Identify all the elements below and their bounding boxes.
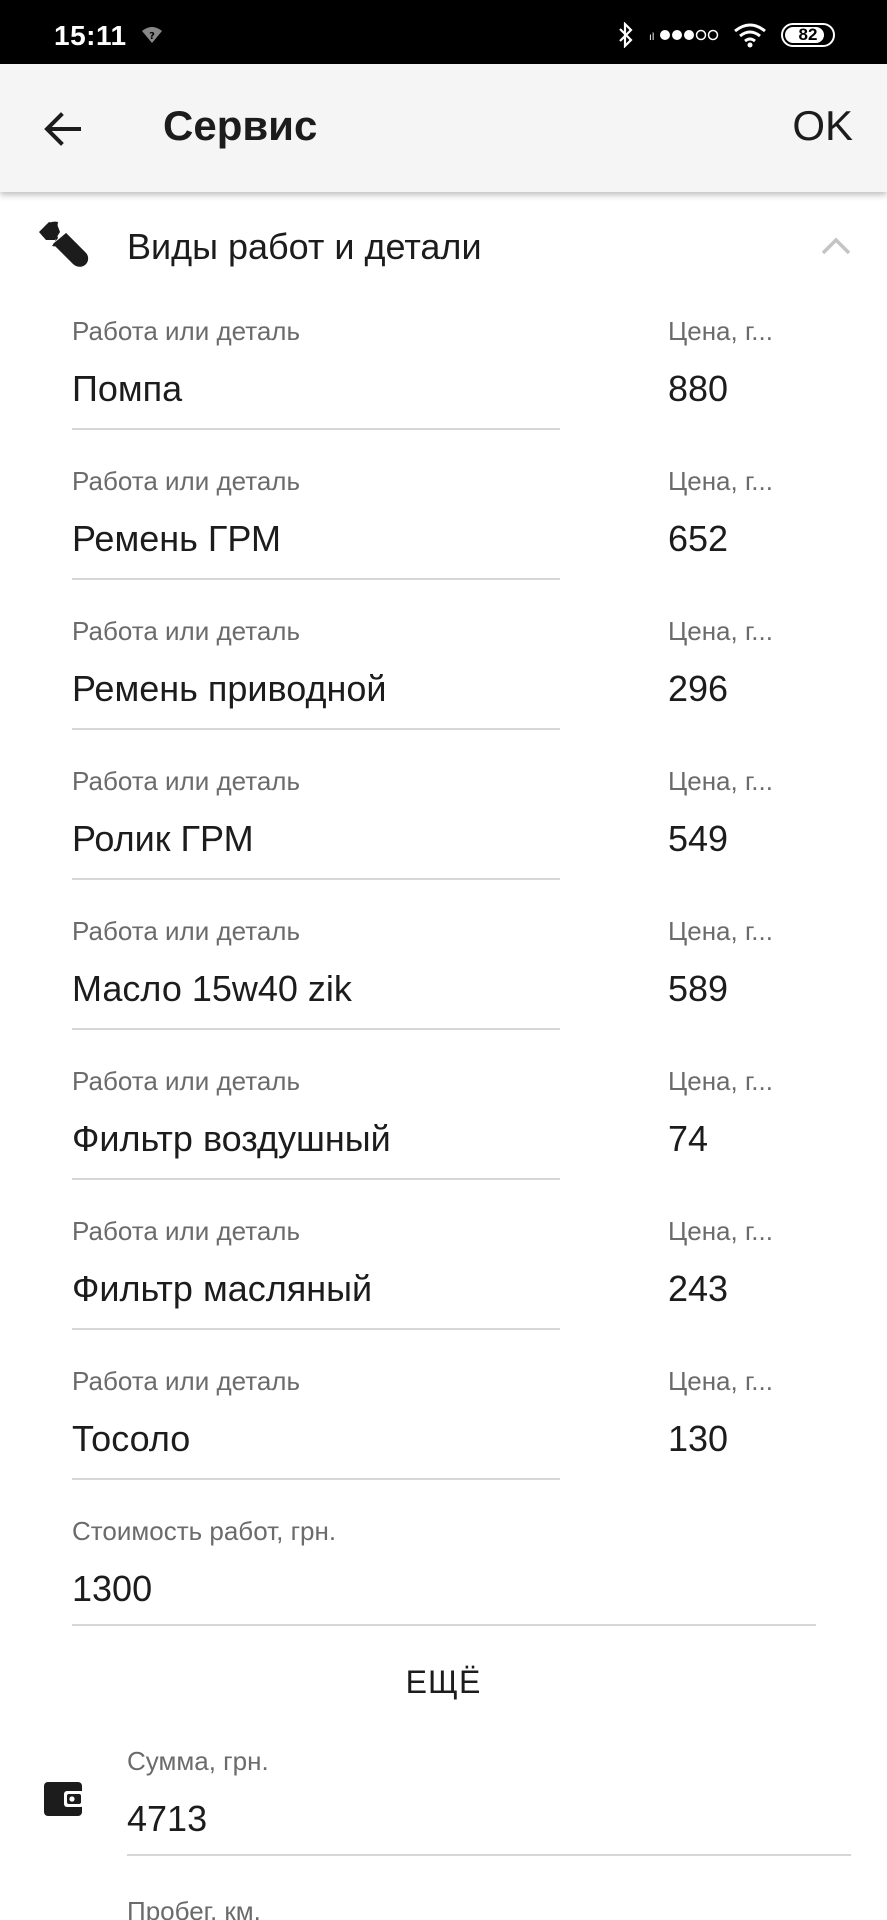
part-name-label: Работа или деталь [72,616,301,646]
part-name-value: Фильтр масляный [72,1268,373,1309]
bluetooth-icon [619,22,633,48]
svg-text:ıl: ıl [649,32,655,43]
part-price-label: Цена, г... [668,916,773,946]
field-underline [72,428,560,430]
part-price-label: Цена, г... [668,466,773,496]
more-button[interactable]: ЕЩЁ [0,1652,887,1712]
field-underline [72,578,560,580]
part-name-label: Работа или деталь [72,766,301,796]
part-price-label: Цена, г... [668,316,773,346]
part-price-field[interactable]: Цена, г... 652 [668,450,788,600]
part-row: Работа или деталь Тосоло Цена, г... 130 [0,1350,887,1500]
part-name-field[interactable]: Работа или деталь Фильтр масляный [72,1200,560,1350]
part-price-value: 243 [668,1268,729,1309]
back-button[interactable] [38,104,88,154]
part-price-field[interactable]: Цена, г... 130 [668,1350,788,1500]
part-name-field[interactable]: Работа или деталь Ремень ГРМ [72,450,560,600]
part-price-value: 296 [668,668,729,709]
status-bar: 15:11 ? ıl 82 [0,0,887,64]
part-price-label: Цена, г... [668,766,773,796]
part-name-field[interactable]: Работа или деталь Масло 15w40 zik [72,900,560,1050]
part-name-label: Работа или деталь [72,916,301,946]
field-underline [72,1178,560,1180]
part-name-label: Работа или деталь [72,1066,301,1096]
part-price-field[interactable]: Цена, г... 74 [668,1050,788,1200]
labor-cost-value: 1300 [72,1568,153,1609]
part-name-value: Помпа [72,368,183,409]
app-bar: Сервис OK [0,64,887,192]
part-row: Работа или деталь Масло 15w40 zik Цена, … [0,900,887,1050]
part-price-label: Цена, г... [668,1366,773,1396]
part-name-value: Фильтр воздушный [72,1118,391,1159]
part-price-field[interactable]: Цена, г... 549 [668,750,788,900]
part-row: Работа или деталь Ролик ГРМ Цена, г... 5… [0,750,887,900]
part-name-value: Ремень ГРМ [72,518,281,559]
field-underline [127,1854,851,1856]
part-price-label: Цена, г... [668,1066,773,1096]
labor-cost-row: Стоимость работ, грн. 1300 [0,1500,887,1650]
arrow-left-icon [44,112,81,146]
part-row: Работа или деталь Фильтр масляный Цена, … [0,1200,887,1350]
section-header-works-parts[interactable]: Виды работ и детали [0,192,887,300]
part-row: Работа или деталь Помпа Цена, г... 880 [0,300,887,450]
part-price-label: Цена, г... [668,1216,773,1246]
part-price-label: Цена, г... [668,616,773,646]
part-row: Работа или деталь Фильтр воздушный Цена,… [0,1050,887,1200]
labor-cost-field[interactable]: Стоимость работ, грн. 1300 [72,1500,816,1650]
labor-cost-label: Стоимость работ, грн. [72,1516,337,1546]
part-price-value: 74 [668,1118,709,1159]
status-indicators: ıl 82 [617,22,835,48]
status-time: 15:11 [54,20,127,51]
part-price-field[interactable]: Цена, г... 589 [668,900,788,1050]
part-price-field[interactable]: Цена, г... 243 [668,1200,788,1350]
field-underline [72,1328,560,1330]
part-price-value: 652 [668,518,729,559]
part-name-label: Работа или деталь [72,316,301,346]
part-name-label: Работа или деталь [72,1366,301,1396]
part-price-value: 549 [668,818,729,859]
svg-text:?: ? [149,31,155,42]
section-title: Виды работ и детали [127,226,482,267]
part-name-field[interactable]: Работа или деталь Ролик ГРМ [72,750,560,900]
battery-level: 82 [798,25,818,44]
part-name-value: Ремень приводной [72,668,387,709]
chevron-up-icon[interactable] [820,234,852,256]
part-row: Работа или деталь Ремень ГРМ Цена, г... … [0,450,887,600]
part-row: Работа или деталь Ремень приводной Цена,… [0,600,887,750]
part-name-label: Работа или деталь [72,1216,301,1246]
total-sum-value: 4713 [127,1798,208,1839]
part-price-value: 589 [668,968,729,1009]
part-name-label: Работа или деталь [72,466,301,496]
wallet-icon [44,1782,84,1816]
mileage-label: Пробег, км. [127,1896,261,1920]
part-price-field[interactable]: Цена, г... 296 [668,600,788,750]
part-price-value: 880 [668,368,729,409]
battery-icon: 82 [781,23,835,47]
total-sum-label: Сумма, грн. [127,1746,269,1776]
field-underline [72,1478,560,1480]
part-name-value: Масло 15w40 zik [72,968,352,1009]
total-sum-field[interactable]: Сумма, грн. 4713 [127,1730,851,1880]
part-name-value: Ролик ГРМ [72,818,254,859]
part-name-field[interactable]: Работа или деталь Ремень приводной [72,600,560,750]
field-underline [72,728,560,730]
part-price-field[interactable]: Цена, г... 880 [668,300,788,450]
part-name-field[interactable]: Работа или деталь Тосоло [72,1350,560,1500]
field-underline [72,878,560,880]
wifi-question-icon: ? [142,27,162,43]
ok-button[interactable]: OK [792,102,853,150]
mileage-field[interactable]: Пробег, км. [127,1880,851,1920]
field-underline [72,1624,816,1626]
signal-icon: ıl [649,29,719,43]
part-name-value: Тосоло [72,1418,191,1459]
page-title: Сервис [163,102,318,149]
wrench-icon [39,221,89,267]
field-underline [72,1028,560,1030]
part-name-field[interactable]: Работа или деталь Помпа [72,300,560,450]
part-price-value: 130 [668,1418,729,1459]
wifi-icon [734,23,766,48]
part-name-field[interactable]: Работа или деталь Фильтр воздушный [72,1050,560,1200]
